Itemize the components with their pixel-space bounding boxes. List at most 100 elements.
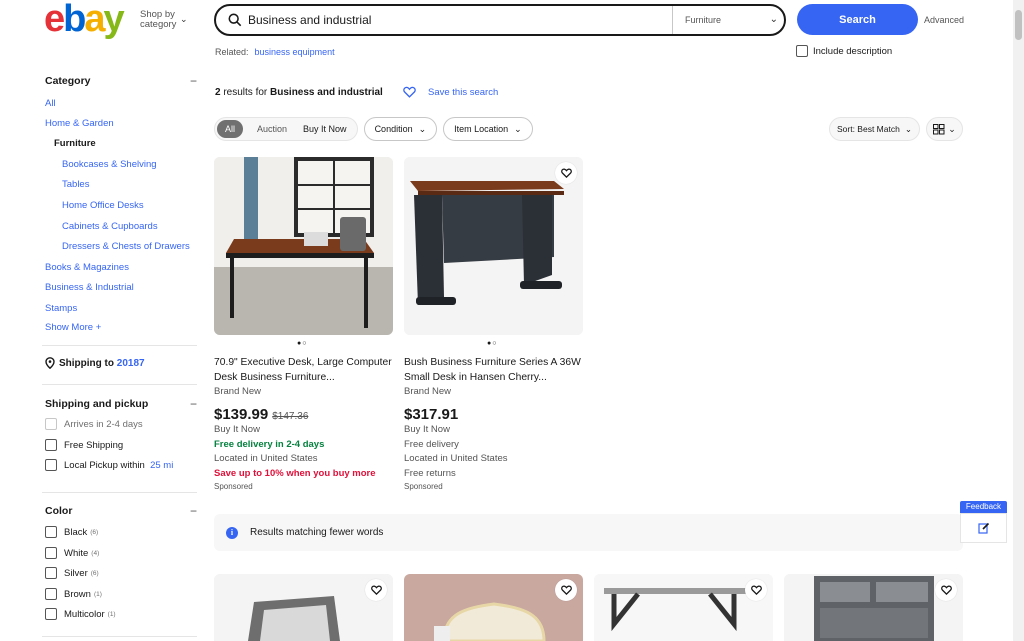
include-description-checkbox[interactable]: Include description [796, 45, 892, 57]
filter-buy-it-now[interactable]: Buy It Now [295, 120, 355, 138]
heart-icon [370, 585, 382, 595]
heart-icon [940, 585, 952, 595]
chevron-down-icon: ⌄ [418, 123, 427, 134]
search-icon [228, 13, 242, 27]
category-stamps[interactable]: Stamps [45, 303, 77, 314]
desk-photo [214, 157, 393, 335]
search-input[interactable] [248, 13, 668, 27]
related-link[interactable]: business equipment [255, 47, 335, 57]
category-tables[interactable]: Tables [62, 179, 89, 190]
checkbox[interactable] [45, 439, 57, 451]
item-image-bush-desk[interactable] [404, 157, 583, 335]
filter-free-shipping[interactable]: Free Shipping [45, 439, 123, 451]
condition-dropdown[interactable]: Condition ⌄ [363, 117, 438, 141]
advanced-search-link[interactable]: Advanced [924, 15, 964, 25]
item-image-executive-desk[interactable] [214, 157, 393, 335]
item-location-dropdown[interactable]: Item Location ⌄ [443, 117, 533, 141]
watch-button[interactable] [555, 579, 577, 601]
item-condition: Brand New [214, 386, 261, 397]
color-header[interactable]: Color − [45, 504, 197, 518]
feedback-button[interactable] [960, 513, 1007, 543]
watch-button[interactable] [745, 579, 767, 601]
item-title[interactable]: Bush Business Furniture Series A 36W Sma… [404, 355, 584, 385]
feedback-widget[interactable]: Feedback [960, 501, 1007, 543]
sort-dropdown[interactable]: Sort: Best Match ⌄ [829, 117, 920, 141]
plus-icon: + [95, 322, 102, 333]
search-button[interactable]: Search [797, 4, 918, 35]
filter-arrives-2-4-days[interactable]: Arrives in 2-4 days [45, 418, 143, 430]
image-carousel-dots[interactable]: ●○ [487, 340, 497, 347]
watch-button[interactable] [935, 579, 957, 601]
filter-pills: All Auction Buy It Now Condition ⌄ Item L… [214, 117, 533, 141]
show-more-link[interactable]: Show More + [45, 322, 101, 333]
category-all[interactable]: All [45, 98, 56, 109]
feedback-label[interactable]: Feedback [960, 501, 1007, 513]
shipping-pickup-header[interactable]: Shipping and pickup − [45, 397, 197, 411]
checkbox[interactable] [45, 608, 57, 620]
checkbox[interactable] [796, 45, 808, 57]
checkbox[interactable] [45, 588, 57, 600]
checkbox[interactable] [45, 547, 57, 559]
image-carousel-dots[interactable]: ●○ [297, 340, 307, 347]
collapse-icon[interactable]: − [190, 504, 197, 518]
related-searches: Related: business equipment [215, 47, 335, 57]
watch-button[interactable] [365, 579, 387, 601]
category-header[interactable]: Category − [45, 74, 197, 88]
filter-color-white[interactable]: White (4) [45, 547, 99, 559]
checkbox[interactable] [45, 418, 57, 430]
category-business-industrial[interactable]: Business & Industrial [45, 282, 134, 293]
chevron-down-icon: ⌄ [769, 14, 778, 25]
filter-color-multicolor[interactable]: Multicolor (1) [45, 608, 116, 620]
heart-icon [403, 86, 416, 98]
collapse-icon[interactable]: − [190, 74, 197, 88]
category-furniture[interactable]: Furniture [54, 138, 96, 149]
category-select[interactable]: Furniture ⌄ [672, 6, 786, 34]
checkbox[interactable] [45, 459, 57, 471]
item-card-executive-desk: 70.9" Executive Desk, Large Computer Des… [214, 355, 394, 491]
filter-auction[interactable]: Auction [249, 120, 295, 138]
save-search-button[interactable]: Save this search [403, 86, 498, 98]
item-title[interactable]: 70.9" Executive Desk, Large Computer Des… [214, 355, 394, 385]
grid-view-icon [933, 123, 945, 134]
format-toggle: All Auction Buy It Now [214, 117, 358, 141]
filter-color-black[interactable]: Black (6) [45, 526, 98, 538]
category-dressers[interactable]: Dressers & Chests of Drawers [62, 241, 190, 252]
view-toggle-button[interactable]: ⌄ [926, 117, 963, 141]
info-icon: i [226, 526, 238, 539]
scrollbar-thumb[interactable] [1015, 10, 1022, 40]
category-home-office-desks[interactable]: Home Office Desks [62, 200, 144, 211]
shipping-to[interactable]: Shipping to 20187 [45, 357, 145, 369]
filter-all[interactable]: All [217, 120, 244, 138]
desk-photo [404, 157, 583, 335]
fewer-words-banner: i Results matching fewer words [214, 514, 963, 551]
filter-color-silver[interactable]: Silver (6) [45, 567, 99, 579]
category-cabinets[interactable]: Cabinets & Cupboards [62, 221, 158, 232]
item-card-bush-desk: Bush Business Furniture Series A 36W Sma… [404, 355, 584, 491]
item-price: $317.91 [404, 406, 459, 423]
chevron-down-icon: ⌄ [904, 123, 912, 134]
search-bar: Furniture ⌄ [214, 4, 786, 36]
category-home-garden[interactable]: Home & Garden [45, 118, 114, 129]
heart-icon [560, 168, 572, 178]
chevron-down-icon: ⌄ [180, 14, 188, 24]
checkbox[interactable] [45, 567, 57, 579]
item-condition: Brand New [404, 386, 451, 397]
chevron-down-icon: ⌄ [948, 123, 956, 134]
page-scrollbar[interactable] [1013, 0, 1024, 641]
checkbox[interactable] [45, 526, 57, 538]
divider [42, 345, 197, 346]
divider [42, 492, 197, 493]
collapse-icon[interactable]: − [190, 397, 197, 411]
location-pin-icon [45, 357, 55, 369]
heart-icon [750, 585, 762, 595]
watch-button[interactable] [555, 162, 577, 184]
ebay-logo[interactable]: ebay [44, 0, 125, 38]
shop-by-category-button[interactable]: Shop by category [140, 10, 176, 30]
filter-local-pickup[interactable]: Local Pickup within 25 mi [45, 459, 173, 471]
divider [42, 636, 197, 637]
category-books[interactable]: Books & Magazines [45, 262, 129, 273]
category-bookcases[interactable]: Bookcases & Shelving [62, 159, 157, 170]
edit-icon [977, 522, 989, 534]
item-price: $139.99 $147.36 [214, 406, 309, 423]
filter-color-brown[interactable]: Brown (1) [45, 588, 102, 600]
